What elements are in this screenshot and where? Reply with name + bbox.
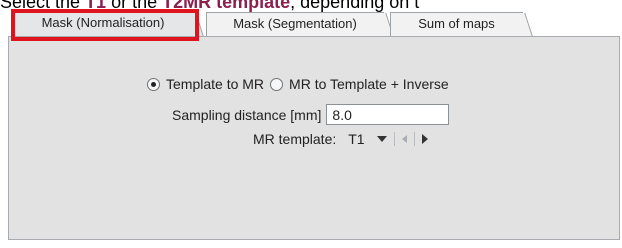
mr-to-template-label[interactable]: MR to Template + Inverse — [289, 76, 449, 92]
separator — [393, 132, 395, 146]
tab-highlight-box — [11, 9, 199, 41]
sampling-distance-input[interactable] — [326, 104, 450, 125]
transform-direction-row: Template to MR MR to Template + Inverse — [147, 76, 449, 92]
previous-arrow-icon[interactable] — [401, 135, 407, 143]
tab-mask-segmentation-label: Mask (Segmentation) — [233, 16, 357, 31]
sampling-distance-label: Sampling distance [mm] — [172, 106, 322, 123]
template-to-mr-label[interactable]: Template to MR — [166, 76, 264, 92]
tab-mask-segmentation[interactable]: Mask (Segmentation) — [206, 12, 394, 36]
mr-template-label: MR template: — [253, 131, 337, 147]
mr-to-template-radio[interactable] — [270, 77, 284, 91]
mr-template-value[interactable]: T1 — [348, 131, 364, 147]
mr-template-row: MR template: T1 — [253, 131, 428, 147]
mask-normalisation-panel: Template to MR MR to Template + Inverse … — [8, 36, 620, 240]
template-to-mr-radio[interactable] — [147, 77, 160, 91]
separator — [413, 132, 415, 146]
next-arrow-icon[interactable] — [421, 134, 428, 144]
chevron-down-icon[interactable] — [376, 136, 387, 142]
sampling-distance-row: Sampling distance [mm] — [172, 104, 450, 125]
tab-sum-of-maps[interactable]: Sum of maps — [390, 12, 533, 36]
tab-sum-of-maps-label: Sum of maps — [418, 16, 495, 31]
